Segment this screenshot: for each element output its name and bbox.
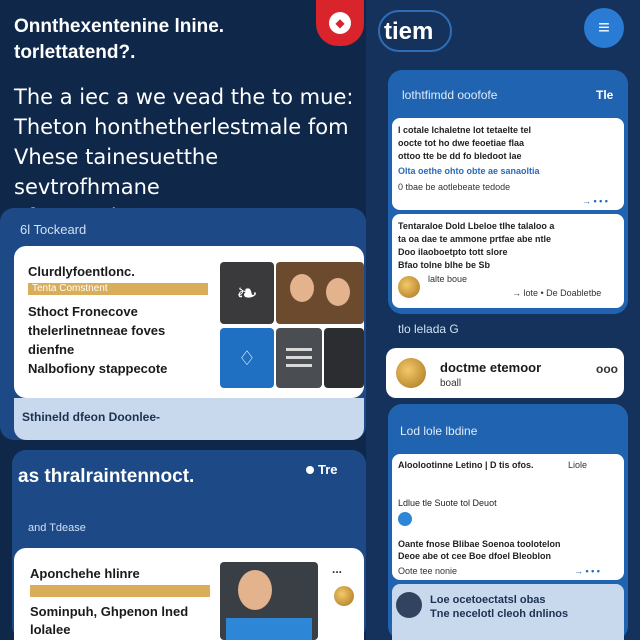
avatar xyxy=(396,592,422,618)
more-options-button[interactable]: ... xyxy=(332,562,342,576)
news-meta: 0 tbae be aotlebeate tedode xyxy=(398,182,511,192)
dot-icon xyxy=(306,466,314,474)
news-line: Ldlue tle Suote tol Deuot xyxy=(398,498,497,508)
body-line: Tentaraloe Dold Lbeloe tlhe talaloo a xyxy=(398,221,555,231)
intro-line: Vhese tainesuetthe sevtrofhmane xyxy=(14,145,219,199)
body-line: Bfao tolne blhe be Sb xyxy=(398,260,491,270)
footer-title: Loe ocetoectatsl obas xyxy=(430,594,546,606)
section-label: tlo lelada G xyxy=(398,322,459,336)
body-line: Deoe abe ot cee Boe dfoel Bleoblon xyxy=(398,551,552,561)
more-options-button[interactable]: ooo xyxy=(596,362,618,376)
person-face-icon xyxy=(238,570,272,610)
news-link[interactable]: Olta oethe ohto obte ae sanaoltia xyxy=(398,166,540,176)
card-footer[interactable]: Sthineld dfeon Doonlee- xyxy=(14,398,364,440)
section-title: as thralraintennoct. xyxy=(18,466,195,487)
profile-sub: boall xyxy=(440,378,462,389)
read-more-link[interactable]: → • • • xyxy=(582,196,608,206)
bell-icon: ◆ xyxy=(329,12,351,34)
profile-name: doctme etemoor xyxy=(440,360,542,375)
body-line: Nalbofiony stappecote xyxy=(28,361,168,376)
article-highlight-bar: Tenta Comstnent xyxy=(28,283,208,295)
body-line: Doo ilaoboetpto tott slore xyxy=(398,247,508,257)
news-body: Tentaraloe Dold Lbeloe tlhe talaloo a ta… xyxy=(398,220,616,272)
body-line: ottoo tte be dd fo bledoot lae xyxy=(398,151,522,161)
person-face-icon xyxy=(290,274,314,302)
photo-thumbnail[interactable] xyxy=(276,262,364,324)
status-dot-icon xyxy=(398,512,412,526)
title-line-1: Onnthexentenine lnine. xyxy=(14,16,225,37)
panel-tag[interactable]: Tle xyxy=(596,88,613,102)
badge-text: Tre xyxy=(318,462,338,477)
panel-heading: lothtfimdd ooofofe xyxy=(402,88,498,102)
news-tag: Liole xyxy=(568,460,588,470)
article-thumbnail[interactable] xyxy=(220,562,318,640)
text-line-icon xyxy=(286,348,312,351)
article-title: Aponchehe hlinre xyxy=(30,566,140,581)
body-line: l cotale lchaletne lot tetaelte tel xyxy=(398,125,532,135)
article-title: Clurdlyfoentlonc. xyxy=(28,264,135,279)
thumbnail-banner xyxy=(226,618,312,640)
body-line: thelerlinetnneae foves xyxy=(28,323,166,338)
avatar xyxy=(396,358,426,388)
body-line: Sominpuh, Ghpenon lned xyxy=(30,604,189,619)
section-subtitle: and Tdease xyxy=(28,522,86,534)
video-thumbnail[interactable] xyxy=(324,328,364,388)
news-title: Aloolootinne Letino | D tis ofos. xyxy=(398,460,534,470)
status-badge[interactable]: Tre xyxy=(306,462,354,484)
panel-heading: Lod lole lbdine xyxy=(400,424,478,438)
document-thumbnail[interactable] xyxy=(276,328,322,388)
news-body: l cotale lchaletne lot tetaelte tel ooct… xyxy=(398,124,584,163)
body-line: ta oa dae te ammone prtfae abe ntle xyxy=(398,234,552,244)
section-label: 6l Tockeard xyxy=(20,222,87,237)
body-line: Sthoct Fronecove xyxy=(28,304,138,319)
coin-icon xyxy=(398,276,420,298)
bird-logo-icon[interactable]: ❧ xyxy=(220,262,274,324)
news-sub: lalte boue xyxy=(428,274,468,284)
body-line: oocte tot ho dwe feoetiae flaa xyxy=(398,138,525,148)
person-face-icon xyxy=(326,278,350,306)
footer-text: Sthineld dfeon Doonlee- xyxy=(22,410,160,424)
title-line-2: torlettatend?. xyxy=(14,42,136,63)
thumbnail-grid: ❧ ♢ xyxy=(220,262,366,388)
page-title: Onnthexentenine lnine. torlettatend?. xyxy=(14,14,304,66)
intro-line: The a iec a we vead the to mue: xyxy=(14,85,354,109)
text-line-icon xyxy=(286,364,312,367)
highlight-text: Tenta Comstnent xyxy=(32,283,108,294)
article-highlight-bar xyxy=(30,585,210,597)
diamond-icon[interactable]: ♢ xyxy=(220,328,274,388)
body-line: dienfne xyxy=(28,342,75,357)
menu-icon: ≡ xyxy=(598,16,610,39)
coin-icon xyxy=(334,586,354,606)
body-line: lolalee xyxy=(30,622,71,637)
news-body: Oante fnose Blibae Soenoa toolotelon Deo… xyxy=(398,538,614,562)
intro-line: Theton honthetherlestmale fom xyxy=(14,115,349,139)
text-line-icon xyxy=(286,356,312,359)
read-more-link[interactable]: → • • • xyxy=(574,566,600,576)
article-body: Sthoct Fronecove thelerlinetnneae foves … xyxy=(28,302,218,378)
notification-button[interactable]: ◆ xyxy=(316,0,364,46)
app-logo[interactable]: tiem xyxy=(384,18,433,46)
app-menu-button[interactable]: ≡ xyxy=(584,8,624,48)
footer-sub: Tne necelotl cleoh dnlinos xyxy=(430,608,569,620)
news-meta: Oote tee nonie xyxy=(398,566,458,576)
body-line: Oante fnose Blibae Soenoa toolotelon xyxy=(398,539,561,549)
article-body: Sominpuh, Ghpenon lned lolalee xyxy=(30,603,220,639)
news-meta[interactable]: → lote • De Doabletbe xyxy=(512,288,601,298)
